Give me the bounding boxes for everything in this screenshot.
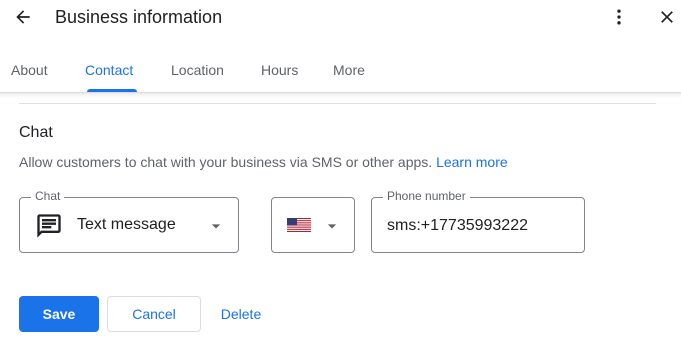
- phone-number-value: sms:+17735993222: [387, 217, 528, 234]
- arrow-back-icon: [16, 10, 30, 24]
- country-code-select[interactable]: [271, 197, 355, 253]
- chat-section-description: Allow customers to chat with your busine…: [19, 154, 508, 170]
- chat-select-label: Chat: [31, 190, 65, 202]
- back-button[interactable]: [10, 5, 36, 29]
- description-text: Allow customers to chat with your busine…: [19, 154, 433, 170]
- tab-more[interactable]: More: [333, 62, 365, 78]
- chevron-down-icon: [211, 224, 221, 229]
- us-flag-icon: [287, 218, 311, 232]
- tab-contact[interactable]: Contact: [85, 62, 133, 78]
- section-divider: [19, 103, 656, 104]
- chat-section-title: Chat: [19, 124, 53, 141]
- tab-about[interactable]: About: [11, 62, 48, 78]
- tab-location[interactable]: Location: [171, 62, 224, 78]
- page-title: Business information: [55, 7, 223, 27]
- phone-number-label: Phone number: [383, 190, 470, 202]
- phone-number-field[interactable]: sms:+17735993222: [371, 197, 585, 253]
- more-options-button[interactable]: [607, 5, 631, 29]
- chat-type-select[interactable]: Text message: [19, 197, 239, 253]
- close-button[interactable]: [655, 5, 679, 29]
- learn-more-link[interactable]: Learn more: [436, 154, 508, 170]
- close-icon: [661, 11, 673, 23]
- tabs-divider-shadow: [0, 92, 681, 98]
- chat-message-icon: [37, 214, 61, 238]
- delete-button[interactable]: Delete: [211, 296, 271, 332]
- chevron-down-icon: [327, 224, 337, 229]
- chat-type-value: Text message: [77, 216, 176, 233]
- cancel-button[interactable]: Cancel: [107, 296, 201, 332]
- more-vert-icon: [617, 9, 621, 25]
- tab-hours[interactable]: Hours: [261, 62, 298, 78]
- save-button[interactable]: Save: [19, 296, 99, 332]
